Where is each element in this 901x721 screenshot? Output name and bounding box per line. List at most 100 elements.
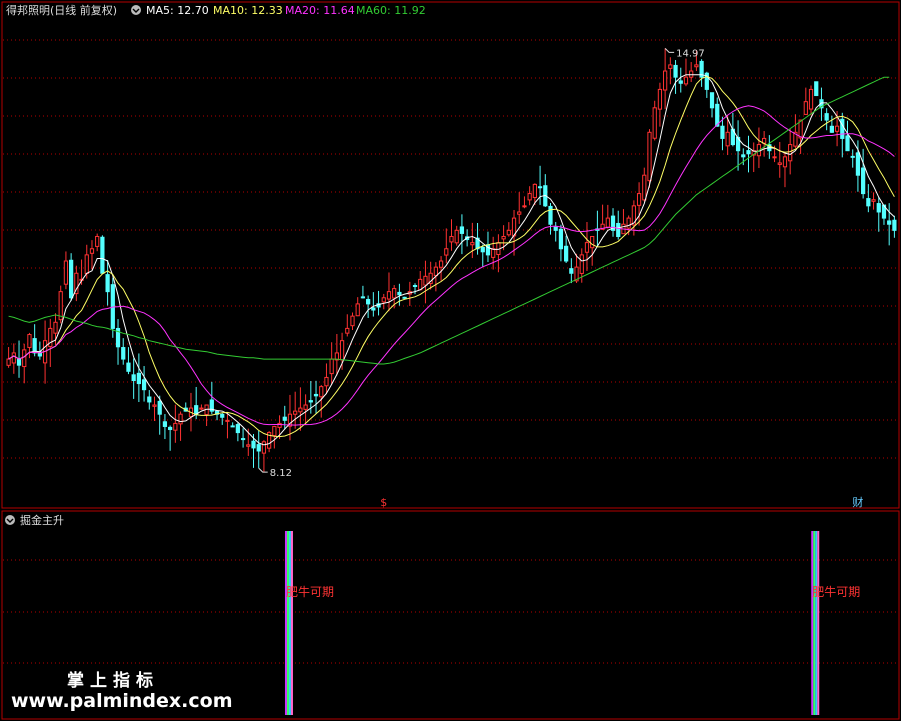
candle-body (194, 405, 199, 415)
main-header: 得邦照明(日线 前复权) MA5: 12.70 MA10: 12.33 MA20… (6, 3, 426, 17)
candle-body (220, 413, 225, 418)
indicator-title: 掘金主升 (20, 513, 64, 527)
high-price-label: 14.97 (676, 48, 705, 59)
candle-body (157, 400, 162, 415)
candle-body (303, 404, 308, 410)
candle-body (829, 125, 834, 133)
candle-body (605, 217, 610, 228)
candle-body (105, 274, 110, 293)
signal-bar-stripe (286, 531, 289, 715)
candle-body (652, 107, 657, 139)
candle-body (709, 92, 715, 109)
candle-body (663, 70, 668, 91)
candle-body (501, 235, 506, 240)
signal-bar-stripe (817, 531, 820, 715)
event-marker[interactable]: $ (380, 496, 387, 509)
candle-body (339, 340, 345, 361)
candle-body (230, 425, 235, 428)
candle-body (392, 288, 397, 299)
candle-body (324, 376, 329, 387)
candle-body (22, 349, 27, 368)
candle-body (782, 156, 788, 168)
candle-body (95, 235, 100, 247)
candle-body (402, 296, 407, 299)
candle-body (329, 358, 334, 375)
candle-body (313, 393, 319, 397)
candle-body (668, 64, 673, 69)
signal-bar-stripe (284, 531, 287, 715)
candle-body (11, 352, 16, 364)
candle-body (808, 88, 814, 110)
candle-body (6, 358, 11, 366)
candle-body (293, 410, 298, 415)
event-marker[interactable]: 财 (852, 495, 863, 509)
candle-body (876, 203, 881, 213)
candle-body (100, 236, 105, 274)
legend-toggle-icon[interactable] (131, 5, 141, 15)
candle-body (308, 400, 313, 403)
candle-body (683, 76, 689, 85)
candle-body (178, 413, 183, 425)
candle-body (548, 205, 553, 225)
low-price-label: 8.12 (270, 468, 292, 479)
candle-body (777, 162, 782, 165)
candle-body (246, 444, 251, 447)
candle-body (345, 327, 350, 334)
candle-body (506, 229, 511, 236)
legend-ma10: MA10: 12.33 (213, 4, 283, 17)
candle-body (84, 254, 89, 274)
candle-body (616, 222, 621, 237)
candle-body (887, 220, 892, 225)
candle-body (480, 246, 485, 253)
candle-body (397, 291, 402, 296)
legend-ma60: MA60: 11.92 (356, 4, 426, 17)
candle-body (168, 426, 173, 431)
candle-body (381, 297, 386, 303)
indicator-toggle-icon[interactable] (5, 515, 15, 525)
candle-body (152, 404, 157, 407)
candle-body (173, 422, 178, 431)
signal-bar-stripe (813, 531, 816, 715)
candle-body (225, 419, 230, 422)
candle-body (366, 298, 371, 305)
candle-body (256, 444, 261, 452)
candle-body (162, 421, 168, 427)
candle-body (720, 125, 725, 139)
candle-body (433, 266, 438, 277)
candle-body (53, 321, 58, 334)
candle-body (855, 152, 861, 176)
candle-body (16, 358, 22, 366)
candle-body (871, 199, 876, 202)
candle-body (642, 174, 647, 201)
candle-body (527, 193, 532, 201)
candle-body (824, 113, 829, 121)
candle-body (850, 155, 855, 158)
candle-body (657, 88, 663, 110)
candle-body (517, 211, 522, 215)
candle-body (772, 156, 777, 159)
candle-body (491, 248, 496, 258)
candle-body (694, 64, 699, 68)
signal-bar-stripe (811, 531, 814, 715)
candle-body (834, 125, 840, 132)
candle-body (136, 372, 141, 385)
candle-body (636, 193, 642, 206)
candle-body (355, 303, 360, 317)
watermark-title: 掌上指标 (67, 670, 159, 691)
legend-ma20: MA20: 11.64 (285, 4, 355, 17)
candle-body (282, 416, 287, 421)
candle-body (444, 248, 449, 256)
candle-body (131, 374, 136, 381)
candle-body (360, 296, 366, 299)
signal-bar-stripe (290, 531, 293, 715)
candle-body (892, 219, 897, 231)
candle-body (272, 425, 277, 437)
candle-body (689, 70, 694, 78)
candle-body (438, 260, 444, 268)
candle-body (459, 226, 465, 234)
candle-body (470, 242, 475, 246)
signal-label: 肥牛可期 (812, 584, 860, 599)
candle-body (235, 424, 240, 434)
stock-chart-window: 得邦照明(日线 前复权) MA5: 12.70 MA10: 12.33 MA20… (1, 1, 900, 720)
candle-body (449, 235, 454, 243)
